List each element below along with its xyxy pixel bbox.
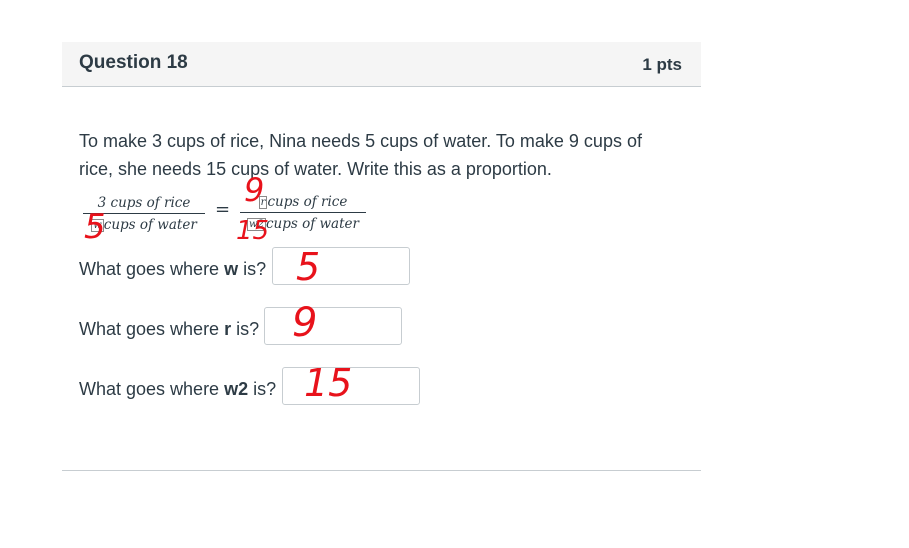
handwritten-answer-w: 5 <box>296 245 321 289</box>
right-num-text: cups of rice <box>267 194 348 210</box>
handwritten-right-num: 9 <box>244 171 265 209</box>
question-divider <box>62 470 701 471</box>
equals-sign: = <box>215 199 231 220</box>
question-title: Question 18 <box>79 52 188 73</box>
question-points: 1 pts <box>642 55 682 74</box>
handwritten-answer-r: 9 <box>292 300 318 346</box>
right-den-text: cups of water <box>265 216 359 232</box>
question-header: Question 18 1 pts <box>62 42 701 87</box>
field-label-r: What goes where r is? <box>79 319 260 339</box>
question-card: Question 18 1 pts <box>62 42 701 87</box>
answer-input-r[interactable] <box>264 307 402 345</box>
left-den-text: cups of water <box>103 217 197 233</box>
field-label-w: What goes where w is? <box>79 259 267 279</box>
question-text: To make 3 cups of rice, Nina needs 5 cup… <box>79 131 642 179</box>
answer-input-w[interactable] <box>272 247 410 285</box>
handwritten-left-den: 5 <box>84 207 106 247</box>
field-label-w2: What goes where w2 is? <box>79 379 277 399</box>
handwritten-answer-w2: 15 <box>304 361 353 405</box>
handwritten-right-den: 15 <box>236 216 270 246</box>
